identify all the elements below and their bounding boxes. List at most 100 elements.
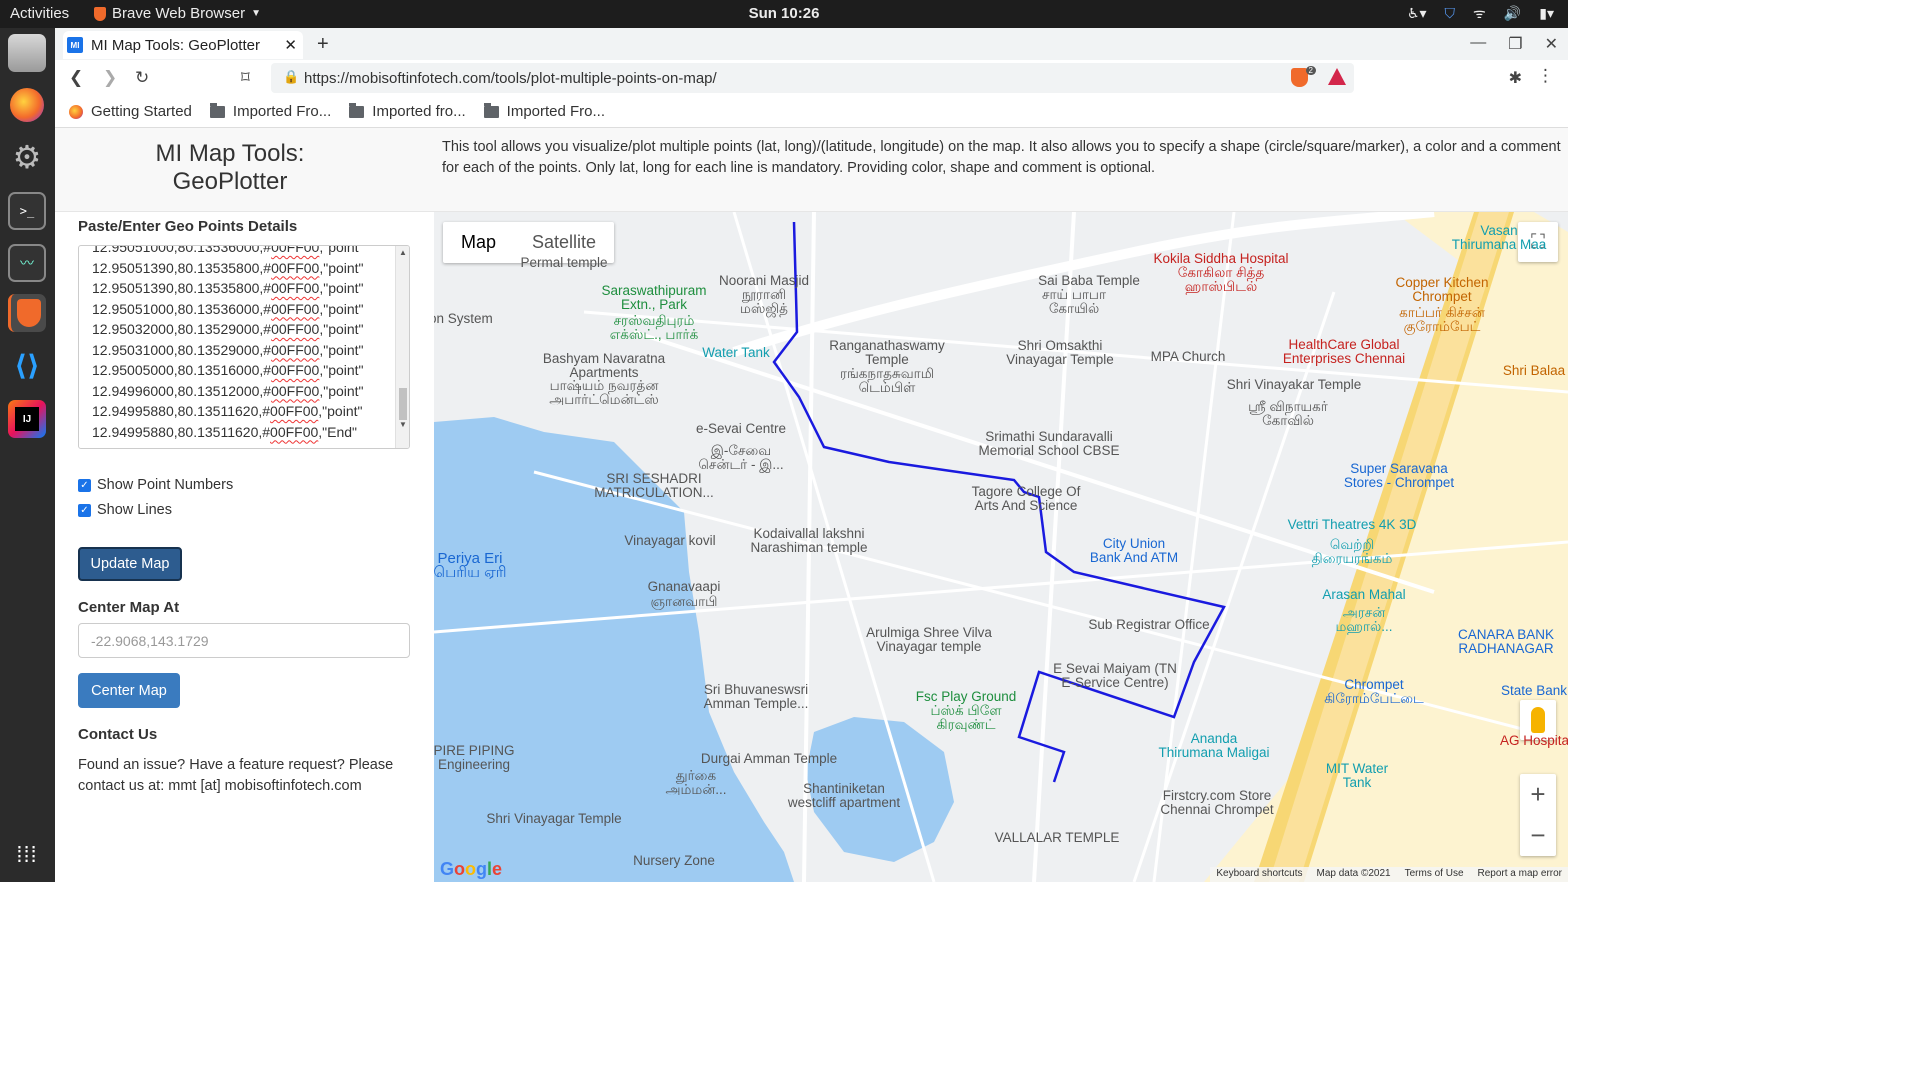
map-place-label[interactable]: Ranganathaswamy Temple <box>829 339 945 367</box>
map-place-label[interactable]: Nursery Zone <box>633 854 715 868</box>
map-place-label[interactable]: E Sevai Maiyam (TN E-Service Centre) <box>1053 662 1177 690</box>
minimize-icon[interactable]: — <box>1470 34 1486 54</box>
map-place-label[interactable]: Tagore College Of Arts And Science <box>972 485 1081 513</box>
map-place-label[interactable]: MPA Church <box>1151 350 1226 364</box>
vscode-icon[interactable]: ⟨⟩ <box>8 346 46 384</box>
map-place-label[interactable]: Shri Omsakthi Vinayagar Temple <box>1006 339 1114 367</box>
terminal-icon[interactable]: >_ <box>8 192 46 230</box>
zoom-in-icon[interactable]: + <box>1520 774 1556 815</box>
zoom-out-icon[interactable]: − <box>1520 815 1556 856</box>
keyboard-shortcuts-link[interactable]: Keyboard shortcuts <box>1216 868 1302 881</box>
textarea-scrollbar[interactable]: ▲ ▼ <box>395 246 409 448</box>
show-apps-icon[interactable]: ⁞⁞⁞ <box>8 836 46 874</box>
map-place-label[interactable]: Water Tank <box>702 346 770 360</box>
extensions-icon[interactable]: ✱ <box>1509 68 1522 88</box>
show-point-numbers-checkbox[interactable]: ✓ <box>78 478 91 492</box>
map-place-label[interactable]: Vinayagar kovil <box>624 534 715 548</box>
close-tab-icon[interactable]: ✕ <box>284 36 297 54</box>
browser-tab[interactable]: MI MI Map Tools: GeoPlotter ✕ <box>63 31 303 59</box>
firefox-icon[interactable] <box>8 86 46 124</box>
map-place-label[interactable]: ரங்கநாதசுவாமி டெம்பிள் <box>840 367 934 395</box>
map-place-label[interactable]: Permal temple <box>520 256 607 270</box>
map-place-label[interactable]: பாஷ்யம் நவரத்ன அபார்ட்மென்ட்ஸ் <box>549 379 659 407</box>
map-place-label[interactable]: Vettri Theatres 4K 3D <box>1288 518 1417 532</box>
map-place-label[interactable]: Super Saravana Stores - Chrompet <box>1344 462 1454 490</box>
google-map[interactable]: Map Satellite ⛶ + − Google Keyboard shor… <box>434 212 1568 882</box>
map-canvas[interactable] <box>434 212 1568 882</box>
map-place-label[interactable]: Shri Vinayagar Temple <box>486 812 621 826</box>
map-place-label[interactable]: State Bank <box>1501 684 1567 698</box>
map-place-label[interactable]: ப்ஸ்க் பிளே கிரவுண்ட் <box>930 704 1001 732</box>
volume-icon[interactable]: 🔊 <box>1504 5 1521 22</box>
system-tray[interactable]: ♿▾ ⛉ ᯤ 🔊 ▮▾ <box>1407 4 1554 23</box>
files-icon[interactable] <box>8 34 46 72</box>
map-place-label[interactable]: Arulmiga Shree Vilva Vinayagar temple <box>866 626 992 654</box>
map-place-label[interactable]: Arasan Mahal <box>1322 588 1405 602</box>
clock[interactable]: Sun 10:26 <box>749 5 820 22</box>
terms-link[interactable]: Terms of Use <box>1405 868 1464 881</box>
map-place-label[interactable]: Bashyam Navaratna Apartments <box>543 352 665 380</box>
map-place-label[interactable]: Firstcry.com Store Chennai Chrompet <box>1160 789 1273 817</box>
brave-rewards-icon[interactable] <box>1328 68 1346 85</box>
map-place-label[interactable]: இ-சேவை சென்டர் - இ... <box>698 444 783 472</box>
activities-button[interactable]: Activities <box>10 5 69 22</box>
map-place-label[interactable]: Chrompet கிரோம்பேட்டை <box>1324 678 1423 706</box>
map-place-label[interactable]: Kodaivallal lakshni Narashiman temple <box>750 527 867 555</box>
map-place-label[interactable]: PIRE PIPING Engineering <box>434 744 515 772</box>
map-place-label[interactable]: Vasan Thirumana Maa <box>1452 224 1547 252</box>
shield-tray-icon[interactable]: ⛉ <box>1445 5 1456 22</box>
intellij-icon[interactable]: IJ <box>8 400 46 438</box>
map-place-label[interactable]: நூரானி மஸ்ஜித் <box>740 288 788 316</box>
map-place-label[interactable]: Kokila Siddha Hospital <box>1153 252 1288 266</box>
bookmark-folder-3[interactable]: Imported Fro... <box>483 102 605 120</box>
browser-menu-icon[interactable]: ⋮ <box>1537 66 1554 86</box>
map-place-label[interactable]: Srimathi Sundaravalli Memorial School CB… <box>978 430 1119 458</box>
new-tab-icon[interactable]: + <box>317 33 329 56</box>
bookmark-icon[interactable]: ⌑ <box>241 68 250 88</box>
map-place-label[interactable]: Sub Registrar Office <box>1088 618 1209 632</box>
scroll-down-icon[interactable]: ▼ <box>399 420 407 429</box>
map-place-label[interactable]: AG Hospital <box>1500 734 1568 748</box>
map-place-label[interactable]: VALLALAR TEMPLE <box>995 831 1120 845</box>
points-textarea[interactable]: 12.95051000,80.13536000,#00FF00,"point" 1… <box>78 245 410 449</box>
bookmark-folder-1[interactable]: Imported Fro... <box>209 102 331 120</box>
map-place-label[interactable]: துர்கை அம்மன்... <box>665 769 726 797</box>
map-place-label[interactable]: அரசன் மஹால்... <box>1336 606 1393 634</box>
show-lines-row[interactable]: ✓ Show Lines <box>78 502 172 518</box>
system-monitor-icon[interactable]: 〰 <box>8 244 46 282</box>
map-place-label[interactable]: Copper Kitchen Chrompet <box>1395 276 1488 304</box>
map-place-label[interactable]: சாய் பாபா கோயில் <box>1042 288 1106 316</box>
map-place-label[interactable]: Ananda Thirumana Maligai <box>1158 732 1269 760</box>
map-place-label[interactable]: Noorani Masjid <box>719 274 809 288</box>
brave-dock-icon[interactable] <box>8 294 46 332</box>
scroll-up-icon[interactable]: ▲ <box>399 248 407 257</box>
map-place-label[interactable]: CANARA BANK RADHANAGAR <box>1458 628 1554 656</box>
map-place-label[interactable]: Sri Bhuvaneswsri Amman Temple... <box>704 683 809 711</box>
forward-icon[interactable]: ❯ <box>103 68 117 88</box>
show-point-numbers-row[interactable]: ✓ Show Point Numbers <box>78 477 233 493</box>
reload-icon[interactable]: ↻ <box>135 68 149 88</box>
scroll-thumb[interactable] <box>399 388 407 420</box>
map-place-label[interactable]: வெற்றி திரையரங்கம் <box>1312 538 1393 566</box>
map-place-label[interactable]: சரஸ்வதிபுரம் எக்ஸ்ட்., பார்க் <box>610 314 698 342</box>
center-map-input[interactable]: -22.9068,143.1729 <box>78 623 410 658</box>
close-window-icon[interactable]: ✕ <box>1545 34 1558 54</box>
show-lines-checkbox[interactable]: ✓ <box>78 503 91 517</box>
map-place-label[interactable]: கோகிலா சித்த ஹாஸ்பிடல் <box>1178 266 1265 294</box>
map-place-label[interactable]: Saraswathipuram Extn., Park <box>601 284 706 312</box>
center-map-button[interactable]: Center Map <box>78 673 180 708</box>
map-place-label[interactable]: Durgai Amman Temple <box>701 752 837 766</box>
wifi-icon[interactable]: ᯤ <box>1473 4 1486 23</box>
back-icon[interactable]: ❮ <box>69 68 83 88</box>
map-place-label[interactable]: e-Sevai Centre <box>696 422 786 436</box>
report-error-link[interactable]: Report a map error <box>1478 868 1562 881</box>
map-place-label[interactable]: Fsc Play Ground <box>916 690 1017 704</box>
address-bar[interactable]: 🔒 https://mobisoftinfotech.com/tools/plo… <box>271 63 1354 93</box>
map-place-label[interactable]: Shri Balaa <box>1503 364 1565 378</box>
map-place-label[interactable]: HealthCare Global Enterprises Chennai <box>1283 338 1405 366</box>
map-place-label[interactable]: ஸ்ரீ விநாயகர் கோவில் <box>1248 400 1328 428</box>
map-place-label[interactable]: ஞானவாபி <box>651 595 718 609</box>
maximize-icon[interactable]: ❐ <box>1508 34 1522 54</box>
map-place-label[interactable]: Periya Eri பெரிய ஏரி <box>434 551 507 580</box>
battery-icon[interactable]: ▮▾ <box>1539 5 1554 22</box>
